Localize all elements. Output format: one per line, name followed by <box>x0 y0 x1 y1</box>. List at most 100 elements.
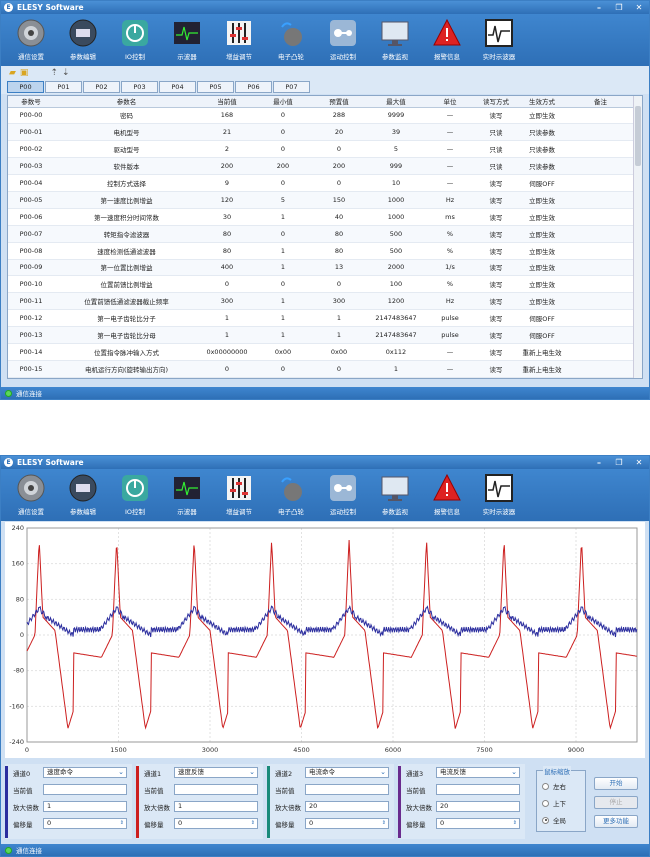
toolbar-io-control-button[interactable]: IO控制 <box>109 469 161 521</box>
toolbar-gain-tuning-button[interactable]: 增益调节 <box>213 14 265 66</box>
channel-signal-select[interactable]: 电流命令 ⌄ <box>305 767 389 778</box>
close-icon[interactable]: ✕ <box>629 3 649 12</box>
toolbar-param-monitor-button[interactable]: 参数监视 <box>369 14 421 66</box>
param-table: 参数号 参数名 当前值 最小值 预置值 最大值 单位 读写方式 生效方式 备注 P00-00 密码 1… <box>7 95 643 379</box>
toolbar-label: 报警信息 <box>434 508 460 516</box>
column-header: 备注 <box>567 96 634 108</box>
table-cell: 第一位置比例增益 <box>54 259 199 277</box>
table-cell: 300 <box>199 292 255 311</box>
table-cell: — <box>425 107 475 125</box>
x-tick-label: 6000 <box>385 746 402 754</box>
table-row[interactable]: P00-02 驱动型号 2 0 0 5— 只读 只读参数 <box>8 140 634 159</box>
minimize-icon[interactable]: – <box>589 3 609 12</box>
channel-signal-select[interactable]: 速度反馈 ⌄ <box>174 767 258 778</box>
table-row[interactable]: P00-13 第一电子齿轮比分母 1 1 1 2147483647 pulse 读写 伺服OFF <box>8 326 634 344</box>
table-row[interactable]: P00-01 电机型号 21 0 20 39— 只读 只读参数 <box>8 123 634 142</box>
open-folder-icon[interactable]: ▰ <box>9 68 16 78</box>
table-row[interactable]: P00-10 位置前馈比例增益 0 0 0 100% 读写 立即生效 <box>8 275 634 294</box>
toolbar-alarm-info-button[interactable]: 报警信息 <box>421 14 473 66</box>
toolbar-param-monitor-button[interactable]: 参数监视 <box>369 469 421 521</box>
table-scrollbar[interactable] <box>633 96 642 378</box>
stop-button[interactable]: 停止 <box>594 796 638 809</box>
oscilloscope-chart[interactable]: 0 1500 3000 4500 6000 7500 9000 240 160 80 0 -80 -16… <box>5 522 645 758</box>
start-button[interactable]: 开始 <box>594 777 638 790</box>
minimize-icon[interactable]: – <box>589 458 609 467</box>
zoom-horizontal-radio[interactable]: 左右 <box>542 781 566 791</box>
title-bar: E ELESY Software – ❐ ✕ <box>1 1 649 14</box>
tab-p06[interactable]: P06 <box>235 81 272 93</box>
table-row[interactable]: P00-11 位置前馈低通滤波器截止频率 300 1 300 1200 Hz 读写 立即生效 <box>8 292 634 311</box>
channel-signal-select[interactable]: 速度命令 ⌄ <box>43 767 127 778</box>
x-tick-label: 7500 <box>476 746 493 754</box>
table-cell: 1 <box>255 292 311 311</box>
table-row[interactable]: P00-14 位置指令脉冲输入方式 0x00000000 0x00 0x00 0x112—… <box>8 343 634 361</box>
table-row[interactable]: P00-15 电机运行方向(旋转输出方向) 0 0 0 1— 读写 重新上电生效 <box>8 360 634 378</box>
table-row[interactable]: P00-07 转矩指令滤波器 80 0 80 500% 读写 立即生效 <box>8 225 634 243</box>
tab-p07[interactable]: P07 <box>273 81 310 93</box>
toolbar-oscilloscope-button[interactable]: 示波器 <box>161 469 213 521</box>
table-cell: 第一电子齿轮比分子 <box>54 309 199 328</box>
column-header: 预置值 <box>311 96 367 108</box>
table-row[interactable]: P00-05 第一速度比例增益 120 5 150 1000 Hz 读写 立即生效 <box>8 191 634 209</box>
toolbar-gain-tuning-button[interactable]: 增益调节 <box>213 469 265 521</box>
table-row[interactable]: P00-06 第一速度积分时间常数 30 1 40 1000 ms 读写 立即生效 <box>8 208 634 226</box>
table-row[interactable]: P00-00 密码 168 0 288 9999— 读写 立即生效 <box>8 107 634 125</box>
toolbar-realtime-scope-button[interactable]: 实时示波器 <box>473 14 525 66</box>
table-cell: 立即生效 <box>517 259 567 277</box>
toolbar-motion-control-button[interactable]: 运动控制 <box>317 14 369 66</box>
offset-stepper[interactable]: 0 ⇕ <box>436 818 520 829</box>
maximize-icon[interactable]: ❐ <box>609 458 629 467</box>
table-row[interactable]: P00-03 软件版本 200 200 200 999— 只读 只读参数 <box>8 157 634 176</box>
offset-stepper[interactable]: 0 ⇕ <box>43 818 127 829</box>
tab-p01[interactable]: P01 <box>45 81 82 93</box>
table-cell: 0 <box>255 275 311 294</box>
toolbar-comm-settings-button[interactable]: 通信设置 <box>5 14 57 66</box>
toolbar-electronic-cam-button[interactable]: 电子凸轮 <box>265 14 317 66</box>
table-cell: 只读参数 <box>517 140 567 159</box>
offset-stepper[interactable]: 0 ⇕ <box>174 818 258 829</box>
table-cell: 立即生效 <box>517 292 567 311</box>
gain-input[interactable]: 1 <box>43 801 127 812</box>
gain-input[interactable]: 20 <box>436 801 520 812</box>
toolbar-oscilloscope-button[interactable]: 示波器 <box>161 14 213 66</box>
upload-icon[interactable]: ⇡ <box>50 68 58 78</box>
toolbar-electronic-cam-button[interactable]: 电子凸轮 <box>265 469 317 521</box>
offset-stepper[interactable]: 0 ⇕ <box>305 818 389 829</box>
download-icon[interactable]: ⇣ <box>62 68 70 78</box>
tab-p02[interactable]: P02 <box>83 81 120 93</box>
gain-label: 放大倍数 <box>275 803 301 812</box>
save-icon[interactable]: ▣ <box>20 68 29 78</box>
toolbar-comm-settings-button[interactable]: 通信设置 <box>5 469 57 521</box>
table-cell: % <box>425 275 475 294</box>
tab-p03[interactable]: P03 <box>121 81 158 93</box>
close-icon[interactable]: ✕ <box>629 458 649 467</box>
gain-input[interactable]: 20 <box>305 801 389 812</box>
toolbar-realtime-scope-button[interactable]: 实时示波器 <box>473 469 525 521</box>
toolbar-io-control-button[interactable]: IO控制 <box>109 14 161 66</box>
table-cell <box>567 140 634 159</box>
tab-p05[interactable]: P05 <box>197 81 234 93</box>
maximize-icon[interactable]: ❐ <box>609 3 629 12</box>
table-row[interactable]: P00-04 控制方式选择 9 0 0 10— 读写 伺服OFF <box>8 174 634 192</box>
table-row[interactable]: P00-09 第一位置比例增益 400 1 13 2000 1/s 读写 立即生效 <box>8 259 634 277</box>
zoom-global-radio[interactable]: 全局 <box>542 815 566 825</box>
gain-input[interactable]: 1 <box>174 801 258 812</box>
io-control-icon <box>120 473 150 503</box>
param-editor-window: E ELESY Software – ❐ ✕ 通信设置 参数编辑 IO控制 示波器 增益调节… <box>0 0 650 400</box>
table-row[interactable]: P00-12 第一电子齿轮比分子 1 1 1 2147483647 pulse 读写 伺服OFF <box>8 309 634 328</box>
channel-signal-select[interactable]: 电流反馈 ⌄ <box>436 767 520 778</box>
table-row[interactable]: P00-08 速度检测低通滤波器 80 1 80 500% 读写 立即生效 <box>8 242 634 260</box>
app-title: ELESY Software <box>17 458 84 467</box>
tab-p00[interactable]: P00 <box>7 81 44 93</box>
toolbar-param-edit-button[interactable]: 参数编辑 <box>57 14 109 66</box>
more-functions-button[interactable]: 更多功能 <box>594 815 638 828</box>
table-cell: P00-10 <box>8 275 54 294</box>
toolbar-motion-control-button[interactable]: 运动控制 <box>317 469 369 521</box>
toolbar-param-edit-button[interactable]: 参数编辑 <box>57 469 109 521</box>
spin-arrows-icon: ⇕ <box>512 820 517 826</box>
table-cell: P00-08 <box>8 242 54 260</box>
zoom-vertical-radio[interactable]: 上下 <box>542 798 566 808</box>
toolbar-alarm-info-button[interactable]: 报警信息 <box>421 469 473 521</box>
tab-p04[interactable]: P04 <box>159 81 196 93</box>
table-cell: 读写 <box>475 343 517 361</box>
